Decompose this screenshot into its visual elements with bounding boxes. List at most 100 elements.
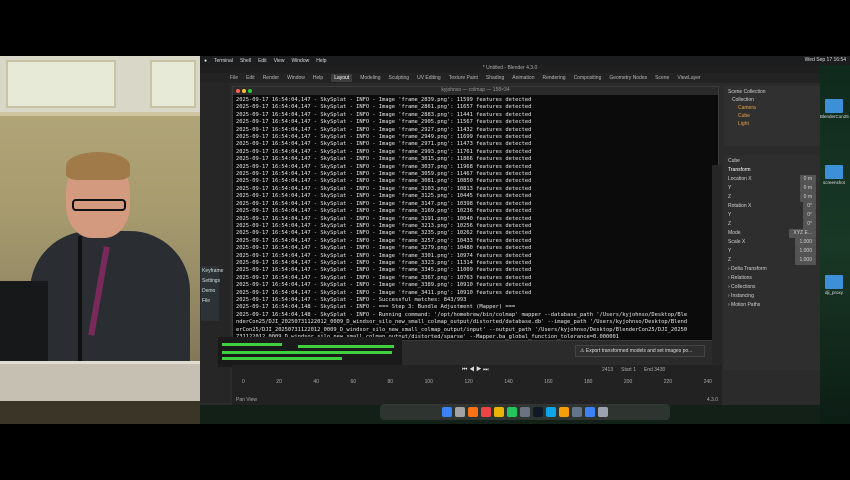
tab-compositing[interactable]: Compositing <box>574 75 602 81</box>
properties-panel[interactable]: Cube Transform Location X0 mY0 mZ0 m Rota… <box>724 155 820 370</box>
launchpad-icon[interactable] <box>455 407 465 417</box>
props-section[interactable]: › Instancing <box>728 292 816 301</box>
zoom-icon[interactable] <box>248 89 252 93</box>
outliner-item[interactable]: Collection <box>728 96 816 104</box>
blender-menu-help[interactable]: Help <box>313 75 323 81</box>
blender-icon[interactable] <box>559 407 569 417</box>
outliner-item[interactable]: Light <box>728 120 816 128</box>
app-icon[interactable] <box>572 407 582 417</box>
tab-texture-paint[interactable]: Texture Paint <box>449 75 478 81</box>
transform-value[interactable]: 0 m <box>799 184 816 193</box>
timeline-tick: 0 <box>242 379 245 385</box>
props-object-name[interactable]: Cube <box>728 157 816 166</box>
outliner-item[interactable]: Camera <box>728 104 816 112</box>
transform-value[interactable]: 1.000 <box>795 256 816 265</box>
calendar-icon[interactable] <box>481 407 491 417</box>
notes-icon[interactable] <box>494 407 504 417</box>
menu-item[interactable]: Help <box>316 58 326 64</box>
app-icon[interactable] <box>546 407 556 417</box>
tab-geometry-nodes[interactable]: Geometry Nodes <box>609 75 647 81</box>
settings-icon[interactable] <box>520 407 530 417</box>
presenter-glasses <box>72 199 126 211</box>
transform-value[interactable]: 0 m <box>799 193 816 202</box>
transform-row[interactable]: Scale X 1.000 <box>728 238 816 247</box>
menu-item[interactable]: Edit <box>258 58 267 64</box>
terminal-line: 2025-09-17 16:54:04,147 - SkySplat - INF… <box>236 282 532 289</box>
menu-item[interactable]: Shell <box>240 58 251 64</box>
tab-uv-editing[interactable]: UV Editing <box>417 75 441 81</box>
transform-value[interactable]: 1.000 <box>795 247 816 256</box>
terminal-line: 2025-09-17 16:54:04,147 - SkySplat - INF… <box>236 200 532 207</box>
terminal-line: 2025-09-17 16:54:04,147 - SkySplat - INF… <box>236 163 532 170</box>
view-layer-selector[interactable]: ViewLayer <box>677 75 700 81</box>
props-section[interactable]: › Collections <box>728 283 816 292</box>
close-icon[interactable] <box>236 89 240 93</box>
timeline-tick: 80 <box>387 379 394 385</box>
terminal-window[interactable]: kyjohnso — colmap — 158×34 2025-09-17 16… <box>232 86 719 341</box>
props-section-transform[interactable]: Transform <box>728 166 816 175</box>
transform-row[interactable]: Y 0° <box>728 211 816 220</box>
menu-item[interactable]: Window <box>291 58 309 64</box>
outliner[interactable]: Scene Collection Collection Camera Cube … <box>724 86 820 146</box>
terminal-icon[interactable] <box>533 407 543 417</box>
props-section[interactable]: › Motion Paths <box>728 301 816 310</box>
props-section[interactable]: › Delta Transform <box>728 265 816 274</box>
end-frame[interactable]: End 3430 <box>644 367 665 373</box>
outliner-item[interactable]: Cube <box>728 112 816 120</box>
folder-icon[interactable]: dji_proxy <box>820 275 848 295</box>
blender-menu-edit[interactable]: Edit <box>246 75 255 81</box>
chrome-icon[interactable] <box>507 407 517 417</box>
room-window <box>0 56 200 116</box>
outliner-item[interactable]: Scene Collection <box>728 88 816 96</box>
tab-animation[interactable]: Animation <box>512 75 534 81</box>
properties-tabs[interactable] <box>712 165 722 365</box>
finder-icon[interactable] <box>442 407 452 417</box>
tab-layout[interactable]: Layout <box>331 74 353 82</box>
trash-icon[interactable] <box>598 407 608 417</box>
projected-screen: ● Terminal Shell Edit View Window Help W… <box>200 56 850 424</box>
tab-sculpting[interactable]: Sculpting <box>389 75 410 81</box>
tab-modeling[interactable]: Modeling <box>360 75 380 81</box>
transform-value[interactable]: 0° <box>803 202 816 211</box>
transform-row[interactable]: Y 0 m <box>728 184 816 193</box>
transform-value[interactable]: 1.000 <box>795 238 816 247</box>
timeline-tick: 160 <box>544 379 553 385</box>
app-icon[interactable] <box>468 407 478 417</box>
terminal-line: 2025-09-17 16:54:04,147 - SkySplat - INF… <box>236 274 532 281</box>
timeline[interactable]: ⏮ ◀ ▶ ⏭ 2413 Start 1 End 3430 0 20 40 60 80 1… <box>232 365 722 405</box>
folder-icon[interactable]: screenshot <box>820 165 848 185</box>
playback-controls[interactable]: ⏮ ◀ ▶ ⏭ <box>462 367 489 374</box>
transform-row[interactable]: Z 1.000 <box>728 256 816 265</box>
window-pane <box>150 60 196 108</box>
menu-item[interactable]: View <box>274 58 285 64</box>
transform-row[interactable]: Rotation X 0° <box>728 202 816 211</box>
transform-row[interactable]: Z 0° <box>728 220 816 229</box>
scene-selector[interactable]: Scene <box>655 75 669 81</box>
transform-value[interactable]: 0° <box>803 211 816 220</box>
transform-value[interactable]: 0 m <box>799 175 816 184</box>
props-section[interactable]: › Relations <box>728 274 816 283</box>
blender-workspace-tabs: File Edit Render Window Help Layout Mode… <box>200 73 820 83</box>
current-frame[interactable]: 2413 <box>602 367 613 373</box>
menu-item[interactable]: Terminal <box>214 58 233 64</box>
transform-row[interactable]: Z 0 m <box>728 193 816 202</box>
transform-value[interactable]: 0° <box>803 220 816 229</box>
transform-row[interactable]: Mode XYZ E... <box>728 229 816 238</box>
terminal-line: nderCon25/DJI_20250731122012_0009_D_wind… <box>236 319 688 326</box>
tab-rendering[interactable]: Rendering <box>542 75 565 81</box>
minimize-icon[interactable] <box>242 89 246 93</box>
laptop <box>0 281 48 361</box>
blender-menu-window[interactable]: Window <box>287 75 305 81</box>
blender-menu-render[interactable]: Render <box>263 75 279 81</box>
transform-row[interactable]: Location X 0 m <box>728 175 816 184</box>
keyframe-bar <box>298 345 394 348</box>
terminal-line: 2025-09-17 16:54:04,147 - SkySplat - INF… <box>236 156 532 163</box>
vscode-icon[interactable] <box>585 407 595 417</box>
start-frame[interactable]: Start 1 <box>621 367 636 373</box>
transform-row[interactable]: Y 1.000 <box>728 247 816 256</box>
folder-icon[interactable]: BlenderCon25 <box>820 99 849 119</box>
terminal-titlebar: kyjohnso — colmap — 158×34 <box>233 87 718 95</box>
tab-shading[interactable]: Shading <box>486 75 504 81</box>
transform-value[interactable]: XYZ E... <box>789 229 816 238</box>
blender-menu-file[interactable]: File <box>230 75 238 81</box>
